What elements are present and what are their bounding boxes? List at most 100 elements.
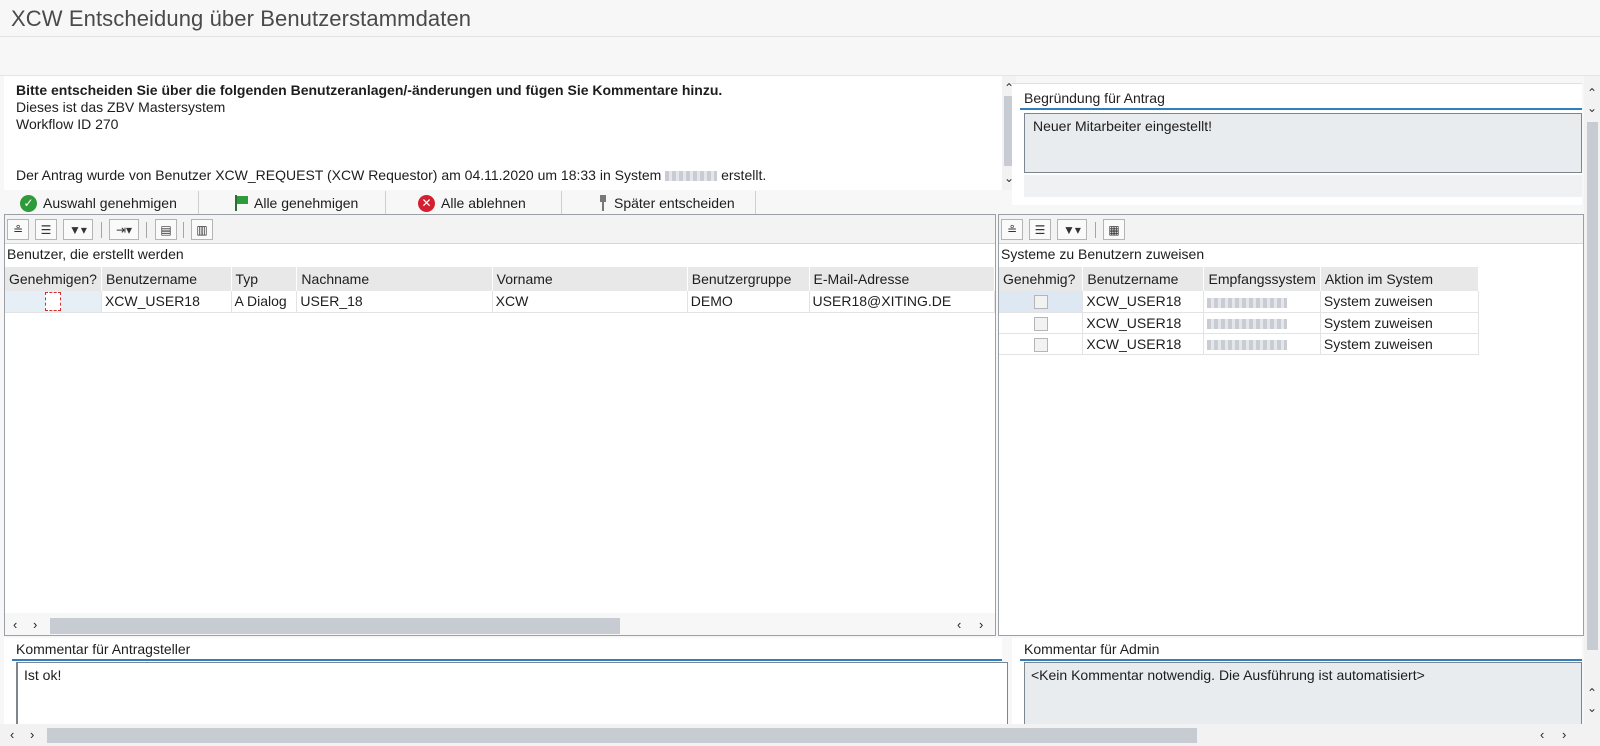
- approve-checkbox[interactable]: [44, 291, 61, 311]
- page-scroll-down-icon-2[interactable]: ⌄: [1587, 702, 1597, 714]
- col-lastname[interactable]: Nachname: [296, 267, 493, 291]
- reason-divider: [1020, 108, 1582, 110]
- request-info-prefix: Der Antrag wurde von Benutzer XCW_REQUES…: [16, 167, 662, 183]
- toolbar-separator: [101, 222, 102, 238]
- requester-comment-label: Kommentar für Antragsteller: [16, 641, 191, 657]
- decide-later-button[interactable]: Später entscheiden: [582, 191, 756, 215]
- filter-icon[interactable]: ▼▾: [1057, 219, 1087, 240]
- system-id-redacted: [665, 171, 718, 182]
- col-approve[interactable]: Genehmigen?: [5, 267, 102, 291]
- application-toolbar: [0, 37, 1600, 76]
- page-scroll-up-icon[interactable]: ⌃: [1587, 87, 1597, 99]
- info-panel: Bitte entscheiden Sie über die folgenden…: [4, 76, 1016, 190]
- target-system-cell[interactable]: [1203, 291, 1321, 313]
- page-horizontal-scrollbar[interactable]: ‹ › ‹ ›: [0, 724, 1600, 746]
- systems-grid-toolbar: ≗ ☰ ▼▾ ▦: [999, 215, 1583, 244]
- admin-comment-label: Kommentar für Admin: [1024, 641, 1160, 657]
- approve-cell[interactable]: [999, 291, 1084, 313]
- type-cell[interactable]: A Dialog: [231, 291, 298, 313]
- sort-descending-icon[interactable]: ☰: [35, 219, 57, 240]
- group-cell[interactable]: DEMO: [687, 291, 810, 313]
- table-row[interactable]: XCW_USER18 A Dialog USER_18 XCW DEMO USE…: [5, 291, 996, 313]
- col-target-system[interactable]: Empfangssystem: [1203, 267, 1321, 291]
- systems-panel-title: Systeme zu Benutzern zuweisen: [1001, 246, 1205, 262]
- action-cell[interactable]: System zuweisen: [1320, 312, 1480, 334]
- lastname-cell[interactable]: USER_18: [296, 291, 493, 313]
- username-cell[interactable]: XCW_USER18: [1082, 291, 1205, 313]
- flag-icon: [234, 195, 248, 211]
- col-firstname[interactable]: Vorname: [492, 267, 688, 291]
- system-redacted: [1207, 318, 1288, 329]
- table-row[interactable]: XCW_USER18 System zuweisen: [999, 291, 1480, 313]
- deselect-all-icon[interactable]: ▥: [191, 219, 213, 240]
- approve-selection-label: Auswahl genehmigen: [43, 195, 177, 211]
- firstname-cell[interactable]: XCW: [492, 291, 688, 313]
- users-scroll-thumb[interactable]: [50, 618, 620, 634]
- username-cell[interactable]: XCW_USER18: [1082, 312, 1205, 334]
- filter-icon[interactable]: ▼▾: [63, 219, 93, 240]
- sort-descending-icon[interactable]: ☰: [1029, 219, 1051, 240]
- select-all-icon[interactable]: ▤: [155, 219, 177, 240]
- page-vertical-scrollbar[interactable]: ⌃ ⌄ ⌃ ⌄: [1584, 76, 1600, 726]
- page-scroll-right-icon[interactable]: ›: [30, 727, 34, 742]
- requester-comment-panel: Kommentar für Antragsteller Ist ok!: [4, 638, 1008, 726]
- request-info-suffix: erstellt.: [721, 167, 767, 183]
- approve-cell[interactable]: [5, 291, 102, 313]
- col-username[interactable]: Benutzername: [101, 267, 232, 291]
- email-cell[interactable]: USER18@XITING.DE: [809, 291, 996, 313]
- col-email[interactable]: E-Mail-Adresse: [809, 267, 996, 291]
- scroll-right-icon[interactable]: ›: [33, 617, 37, 632]
- col-action[interactable]: Aktion im System: [1320, 267, 1480, 291]
- username-cell[interactable]: XCW_USER18: [101, 291, 232, 313]
- reject-all-button[interactable]: ✕ Alle ablehnen: [402, 191, 562, 215]
- col-username-sys[interactable]: Benutzername: [1082, 267, 1205, 291]
- users-grid-toolbar: ≗ ☰ ▼▾ ⇥▾ ▤ ▥: [5, 215, 995, 244]
- approve-selection-button[interactable]: ✓ Auswahl genehmigen: [4, 191, 199, 215]
- requester-comment-input[interactable]: Ist ok!: [16, 662, 1008, 726]
- table-row[interactable]: XCW_USER18 System zuweisen: [999, 312, 1480, 334]
- approve-cell[interactable]: [999, 312, 1084, 334]
- users-horizontal-scrollbar[interactable]: ‹ › ‹ ›: [5, 613, 995, 635]
- action-cell[interactable]: System zuweisen: [1320, 333, 1480, 355]
- pin-icon: [598, 195, 608, 211]
- request-info: Der Antrag wurde von Benutzer XCW_REQUES…: [16, 167, 766, 183]
- action-toolbar: ✓ Auswahl genehmigen Alle genehmigen ✕ A…: [4, 191, 1002, 215]
- export-icon[interactable]: ⇥▾: [109, 219, 139, 240]
- approve-all-label: Alle genehmigen: [254, 195, 359, 211]
- reason-filler: [1024, 175, 1582, 197]
- target-system-cell[interactable]: [1203, 333, 1321, 355]
- sort-ascending-icon[interactable]: ≗: [7, 219, 29, 240]
- approve-cell[interactable]: [999, 333, 1084, 355]
- approve-all-button[interactable]: Alle genehmigen: [218, 191, 386, 215]
- approve-checkbox[interactable]: [1033, 295, 1048, 310]
- username-cell[interactable]: XCW_USER18: [1082, 333, 1205, 355]
- col-group[interactable]: Benutzergruppe: [687, 267, 810, 291]
- scroll-right-icon-2[interactable]: ›: [979, 617, 983, 632]
- reason-panel: Begründung für Antrag Neuer Mitarbeiter …: [1012, 83, 1582, 205]
- page-scroll-thumb[interactable]: [1587, 122, 1598, 650]
- reason-label: Begründung für Antrag: [1024, 90, 1165, 106]
- reject-icon: ✕: [418, 194, 435, 212]
- page-horizontal-scroll-thumb[interactable]: [47, 728, 1197, 743]
- approve-checkbox[interactable]: [1033, 316, 1048, 331]
- col-approve-sys[interactable]: Genehmig?: [999, 267, 1084, 291]
- approve-checkbox[interactable]: [1033, 337, 1048, 352]
- scroll-left-icon[interactable]: ‹: [13, 617, 17, 632]
- page-scroll-left-icon[interactable]: ‹: [10, 727, 14, 742]
- page-scroll-down-arrow-icon[interactable]: ⌄: [1587, 102, 1597, 114]
- table-row[interactable]: XCW_USER18 System zuweisen: [999, 333, 1480, 355]
- info-line-2: Workflow ID 270: [16, 116, 119, 132]
- users-panel: ≗ ☰ ▼▾ ⇥▾ ▤ ▥ Benutzer, die erstellt wer…: [4, 214, 996, 636]
- action-cell[interactable]: System zuweisen: [1320, 291, 1480, 313]
- page-scroll-up-icon-2[interactable]: ⌃: [1587, 687, 1597, 699]
- decide-later-label: Später entscheiden: [614, 195, 735, 211]
- page-scroll-left-icon-2[interactable]: ‹: [1540, 727, 1544, 742]
- target-system-cell[interactable]: [1203, 312, 1321, 334]
- page-scroll-right-icon-2[interactable]: ›: [1562, 727, 1566, 742]
- sort-ascending-icon[interactable]: ≗: [1001, 219, 1023, 240]
- systems-table: Genehmig? Benutzername Empfangssystem Ak…: [999, 267, 1480, 355]
- admin-comment-divider: [1020, 659, 1582, 661]
- col-type[interactable]: Typ: [231, 267, 298, 291]
- layout-grid-icon[interactable]: ▦: [1103, 219, 1125, 240]
- scroll-left-icon-2[interactable]: ‹: [957, 617, 961, 632]
